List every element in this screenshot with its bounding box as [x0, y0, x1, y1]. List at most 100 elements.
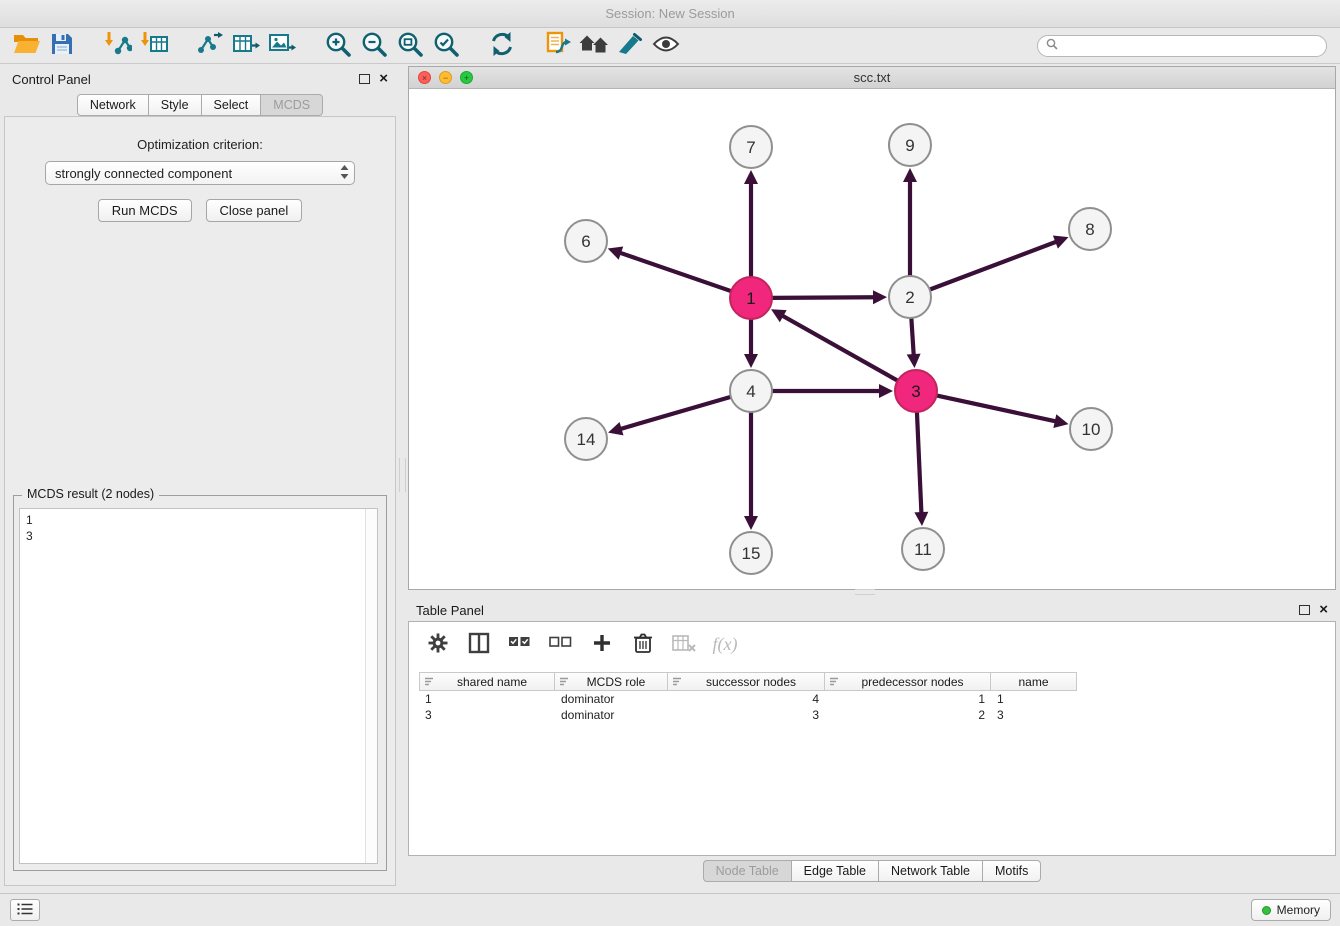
float-table-panel-icon[interactable]: [1299, 605, 1310, 615]
tab-motifs[interactable]: Motifs: [983, 860, 1041, 882]
memory-label: Memory: [1277, 903, 1320, 917]
network-view[interactable]: 7 9 6 8 1 2 4 3 14 10 15 11: [409, 89, 1335, 589]
graph-node[interactable]: 14: [565, 418, 607, 460]
open-session-button[interactable]: [8, 30, 44, 62]
zoom-fit-button[interactable]: [392, 30, 428, 62]
cell-mcds-role: dominator: [555, 692, 668, 706]
zoom-in-button[interactable]: [320, 30, 356, 62]
search-input[interactable]: [1063, 39, 1326, 53]
table-row[interactable]: 1 dominator 4 1 1: [419, 691, 1325, 707]
tab-select[interactable]: Select: [202, 94, 262, 116]
gear-icon: [427, 632, 449, 657]
add-column-button[interactable]: [589, 631, 615, 657]
graph-node[interactable]: 7: [730, 126, 772, 168]
export-table-button[interactable]: [228, 30, 264, 62]
cell-predecessor-nodes: 2: [825, 708, 991, 722]
graph-edge[interactable]: [744, 320, 758, 368]
refresh-layout-button[interactable]: [484, 30, 520, 62]
column-header-mcds-role[interactable]: MCDS role: [555, 672, 668, 691]
graph-node[interactable]: 8: [1069, 208, 1111, 250]
zoom-out-button[interactable]: [356, 30, 392, 62]
tab-network[interactable]: Network: [77, 94, 149, 116]
graph-edge[interactable]: [931, 236, 1069, 290]
cell-successor-nodes: 4: [668, 692, 825, 706]
tab-network-table[interactable]: Network Table: [879, 860, 983, 882]
cell-successor-nodes: 3: [668, 708, 825, 722]
graph-edge[interactable]: [608, 397, 730, 435]
tab-mcds[interactable]: MCDS: [261, 94, 323, 116]
graph-edge[interactable]: [771, 309, 897, 380]
export-table-icon: [232, 32, 260, 59]
svg-text:8: 8: [1085, 220, 1094, 239]
table-row[interactable]: 3 dominator 3 2 3: [419, 707, 1325, 723]
column-header-successor-nodes[interactable]: successor nodes: [668, 672, 825, 691]
import-table-button[interactable]: [136, 30, 172, 62]
import-network-button[interactable]: [100, 30, 136, 62]
network-window-title: scc.txt: [409, 70, 1335, 85]
graph-node[interactable]: 9: [889, 124, 931, 166]
column-header-shared-name[interactable]: shared name: [419, 672, 555, 691]
task-history-button[interactable]: [10, 899, 40, 921]
zoom-selected-button[interactable]: [428, 30, 464, 62]
eye-icon: [652, 35, 680, 56]
annotation-button[interactable]: [612, 30, 648, 62]
mcds-result-textarea[interactable]: 1 3: [19, 508, 378, 864]
cell-mcds-role: dominator: [555, 708, 668, 722]
graph-edge[interactable]: [903, 168, 917, 275]
first-neighbors-button[interactable]: [576, 30, 612, 62]
window-title: Session: New Session: [605, 6, 734, 21]
control-panel-title: Control Panel: [12, 72, 91, 87]
criterion-value: strongly connected component: [55, 166, 340, 181]
close-table-panel-icon[interactable]: ×: [1319, 604, 1328, 616]
graph-edge[interactable]: [744, 413, 758, 530]
graph-node[interactable]: 6: [565, 220, 607, 262]
graph-node[interactable]: 4: [730, 370, 772, 412]
function-builder-button[interactable]: f(x): [712, 631, 738, 657]
graph-edge[interactable]: [744, 170, 758, 276]
column-header-name[interactable]: name: [991, 672, 1077, 691]
graph-node[interactable]: 11: [902, 528, 944, 570]
table-settings-button[interactable]: [425, 631, 451, 657]
float-panel-icon[interactable]: [359, 74, 370, 84]
deselect-all-button[interactable]: [548, 631, 574, 657]
export-image-button[interactable]: [264, 30, 300, 62]
column-header-predecessor-nodes[interactable]: predecessor nodes: [825, 672, 991, 691]
save-session-button[interactable]: [44, 30, 80, 62]
window-titlebar: Session: New Session: [0, 0, 1340, 28]
run-mcds-button[interactable]: Run MCDS: [98, 199, 192, 222]
graph-edge[interactable]: [914, 413, 928, 526]
zoom-out-icon: [361, 31, 387, 60]
clone-network-button[interactable]: [540, 30, 576, 62]
toolbar-search[interactable]: [1037, 35, 1327, 57]
memory-button[interactable]: Memory: [1251, 899, 1331, 921]
graph-node[interactable]: 10: [1070, 408, 1112, 450]
tab-node-table[interactable]: Node Table: [703, 860, 792, 882]
close-panel-icon[interactable]: ×: [379, 73, 388, 85]
graph-node[interactable]: 3: [895, 370, 937, 412]
graph-edge[interactable]: [608, 246, 730, 290]
export-network-button[interactable]: [192, 30, 228, 62]
graph-node[interactable]: 2: [889, 276, 931, 318]
graph-edge[interactable]: [937, 396, 1068, 428]
show-columns-button[interactable]: [466, 631, 492, 657]
graph-node[interactable]: 1: [730, 277, 772, 319]
criterion-dropdown[interactable]: strongly connected component: [45, 161, 355, 185]
network-canvas[interactable]: 7 9 6 8 1 2 4 3 14 10 15 11: [409, 89, 1335, 589]
close-panel-button[interactable]: Close panel: [206, 199, 303, 222]
graph-edge[interactable]: [773, 384, 893, 398]
graph-edge[interactable]: [773, 290, 887, 304]
result-scrollbar[interactable]: [365, 509, 377, 863]
select-all-button[interactable]: [507, 631, 533, 657]
delete-row-button[interactable]: [630, 631, 656, 657]
tab-edge-table[interactable]: Edge Table: [792, 860, 879, 882]
plus-icon: [592, 633, 612, 656]
table-panel-body: f(x) shared name MCDS role successor nod…: [408, 621, 1336, 856]
tab-style[interactable]: Style: [149, 94, 202, 116]
graph-edge[interactable]: [907, 319, 921, 368]
graph-node[interactable]: 15: [730, 532, 772, 574]
vertical-splitter[interactable]: [399, 458, 406, 492]
show-hide-button[interactable]: [648, 30, 684, 62]
horizontal-splitter[interactable]: [855, 589, 875, 595]
sort-icon: [424, 675, 434, 689]
delete-column-button[interactable]: [671, 631, 697, 657]
